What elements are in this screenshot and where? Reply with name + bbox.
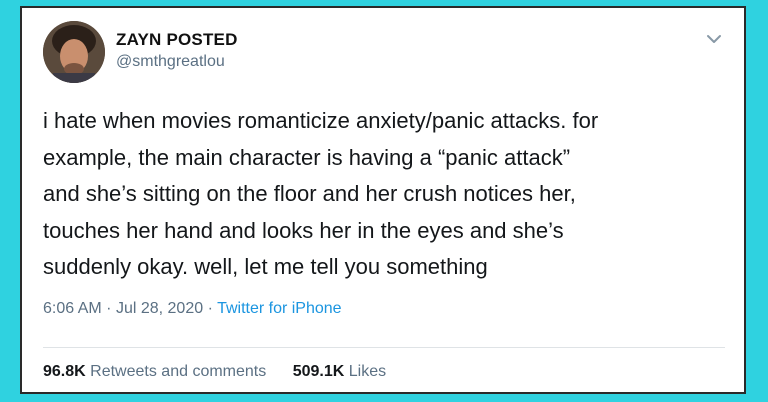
likes-count: 509.1K — [292, 363, 345, 380]
meta-separator: · — [106, 300, 112, 317]
chevron-down-icon[interactable] — [704, 32, 724, 46]
author-handle[interactable]: @smthgreatlou — [116, 53, 225, 71]
avatar[interactable] — [43, 21, 105, 83]
avatar-image — [43, 21, 105, 83]
tweet-text: i hate when movies romanticize anxiety/p… — [43, 103, 733, 286]
tweet-stats: 96.8K Retweets and comments 509.1K Likes — [43, 363, 408, 381]
meta-separator: · — [207, 300, 213, 317]
likes-stat[interactable]: 509.1K Likes — [293, 363, 386, 381]
retweets-count: 96.8K — [43, 363, 86, 380]
likes-label: Likes — [348, 363, 387, 380]
retweets-stat[interactable]: 96.8K Retweets and comments — [43, 363, 266, 381]
retweets-label: Retweets and comments — [90, 363, 267, 380]
tweet-card: ZAYN POSTED @smthgreatlou i hate when mo… — [20, 6, 746, 394]
tweet-time[interactable]: 6:06 AM — [43, 300, 102, 317]
tweet-text-line: and she’s sitting on the floor and her c… — [43, 181, 576, 206]
tweet-text-line: i hate when movies romanticize anxiety/p… — [43, 108, 599, 133]
tweet-text-line: suddenly okay. well, let me tell you som… — [43, 254, 488, 279]
tweet-source-link[interactable]: Twitter for iPhone — [217, 300, 342, 317]
tweet-date[interactable]: Jul 28, 2020 — [116, 300, 203, 317]
divider — [43, 347, 725, 348]
tweet-meta: 6:06 AM · Jul 28, 2020 · Twitter for iPh… — [43, 300, 342, 318]
author-name[interactable]: ZAYN POSTED — [116, 30, 238, 50]
tweet-text-line: example, the main character is having a … — [43, 144, 571, 170]
tweet-text-line: touches her hand and looks her in the ey… — [43, 217, 564, 243]
